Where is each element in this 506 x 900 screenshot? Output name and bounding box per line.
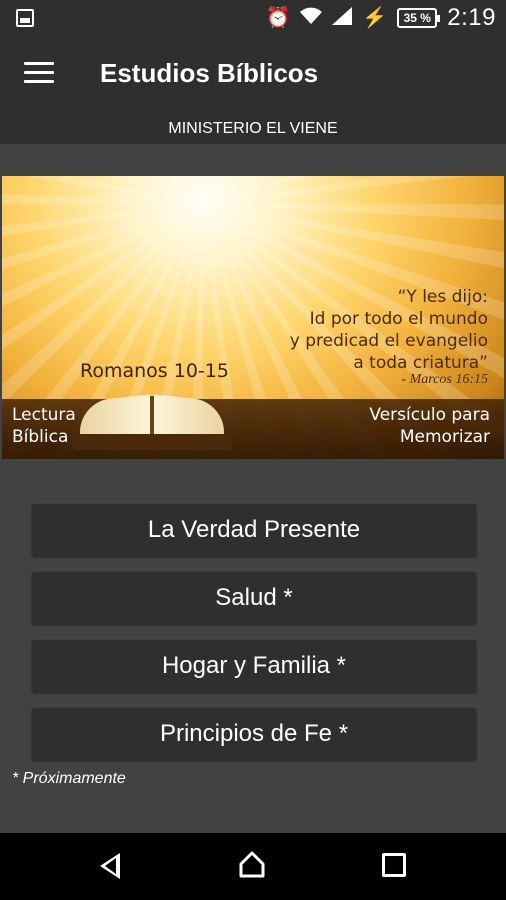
- open-bible-icon: [72, 392, 232, 454]
- signal-icon: [332, 7, 353, 29]
- hogar-y-familia-button[interactable]: Hogar y Familia *: [32, 640, 476, 692]
- app-title: Estudios Bíblicos: [100, 58, 319, 88]
- home-icon[interactable]: [238, 850, 266, 878]
- quote-reference: - Marcos 16:15: [401, 372, 488, 387]
- battery-icon: 35 %: [397, 8, 441, 28]
- clock: 2:19: [447, 4, 496, 31]
- reading-reference: Romanos 10-15: [80, 360, 229, 382]
- memory-verse-label: Versículo para Memorizar: [369, 405, 490, 447]
- salud-button[interactable]: Salud *: [32, 572, 476, 624]
- recent-apps-icon[interactable]: [382, 853, 406, 877]
- status-icons: ⏰ ⚡ 35 % 2:19: [265, 0, 496, 36]
- reading-label: Lectura Bíblica: [12, 405, 76, 447]
- hamburger-menu-icon[interactable]: [24, 62, 54, 86]
- quote-line: y predicad el evangelio: [289, 331, 488, 351]
- app-subtitle: MINISTERIO EL VIENE: [168, 120, 338, 137]
- banner-quote: “Y les dijo: Id por todo el mundo y pred…: [290, 286, 488, 374]
- study-menu: La Verdad Presente Salud * Hogar y Famil…: [32, 504, 476, 776]
- status-bar: ⏰ ⚡ 35 % 2:19: [0, 0, 506, 36]
- quote-line: Id por todo el mundo: [309, 309, 488, 329]
- la-verdad-presente-button[interactable]: La Verdad Presente: [32, 504, 476, 556]
- wifi-icon: [300, 7, 323, 29]
- navigation-bar: [0, 833, 506, 900]
- banner-image: “Y les dijo: Id por todo el mundo y pred…: [2, 176, 504, 459]
- app-bar: Estudios Bíblicos MINISTERIO EL VIENE: [0, 36, 506, 144]
- charging-icon: ⚡: [362, 7, 388, 29]
- back-icon[interactable]: [100, 853, 120, 879]
- alarm-icon: ⏰: [265, 7, 291, 29]
- principios-de-fe-button[interactable]: Principios de Fe *: [32, 708, 476, 760]
- image-icon: [16, 9, 34, 27]
- quote-line: a toda criatura”: [353, 353, 488, 373]
- coming-soon-note: * Próximamente: [12, 770, 126, 787]
- quote-line: “Y les dijo:: [397, 287, 488, 307]
